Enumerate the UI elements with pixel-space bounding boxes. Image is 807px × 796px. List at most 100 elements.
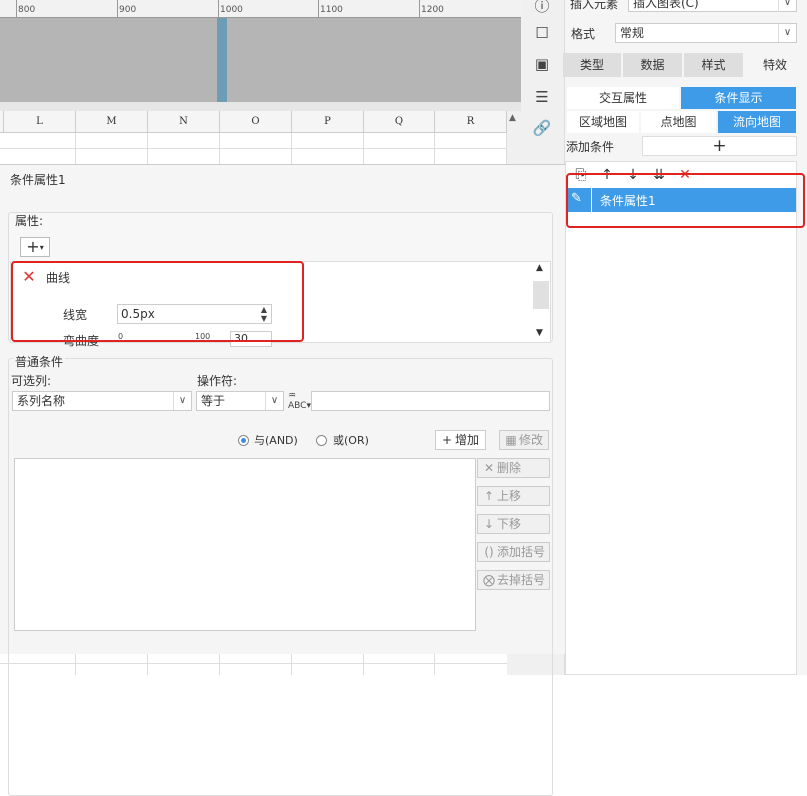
- delete-label: 删除: [497, 461, 522, 475]
- column-header[interactable]: Q: [364, 111, 435, 133]
- modify-icon: ▦: [505, 433, 517, 447]
- horizontal-ruler: 800 900 1000 1100 1200: [0, 0, 521, 18]
- add-condition-button[interactable]: +: [642, 136, 797, 156]
- ruler-tick: [419, 0, 420, 17]
- grid-line: [291, 133, 292, 165]
- column-header[interactable]: L: [4, 111, 76, 133]
- remove-bracket-label: 去掉括号: [497, 573, 546, 587]
- grid-line: [434, 133, 435, 165]
- insert-chart-value: 插入图表(C): [633, 0, 699, 10]
- condition-list-panel: [565, 161, 797, 675]
- tab-flow-map[interactable]: 流向地图: [718, 111, 796, 133]
- bracket-icon: (): [484, 545, 494, 559]
- column-select-value: 系列名称: [17, 394, 66, 408]
- operator-select[interactable]: 等于 ∨: [196, 391, 284, 411]
- tab-point-map[interactable]: 点地图: [641, 111, 716, 133]
- column-select[interactable]: 系列名称 ∨: [12, 391, 192, 411]
- ruler-label: 900: [119, 5, 137, 15]
- grid-line: [75, 133, 76, 165]
- conditions-list[interactable]: [14, 458, 476, 631]
- tab-effects[interactable]: 特效: [745, 53, 805, 77]
- modify-button[interactable]: ▦ 修改: [499, 430, 549, 450]
- format-select[interactable]: 常规 ∨: [615, 23, 797, 43]
- column-header[interactable]: P: [292, 111, 364, 133]
- move-down-button[interactable]: ↓ 下移: [477, 514, 550, 534]
- column-label: 可选列:: [11, 374, 52, 388]
- ruler-tick: [218, 0, 219, 17]
- tab-style[interactable]: 样式: [684, 53, 743, 77]
- move-down-label: 下移: [497, 517, 522, 531]
- scroll-down-icon[interactable]: ▼: [536, 328, 543, 338]
- condition-attribute-dialog: 条件属性1 属性: +▾ ✕ 曲线 线宽 0.5px ▲ ▼ 弯曲度 0 100…: [0, 164, 565, 796]
- chart-selection-marker[interactable]: [217, 18, 227, 102]
- chevron-down-icon: ▾: [39, 243, 44, 252]
- tab-conditional-display[interactable]: 条件显示: [681, 87, 796, 109]
- modify-label: 修改: [519, 433, 544, 447]
- or-label[interactable]: 或(OR): [333, 432, 369, 448]
- spreadsheet-grid: L M N O P Q R: [0, 111, 507, 165]
- ruler-tick: [318, 0, 319, 17]
- highlight-box: [566, 173, 805, 228]
- common-conditions-label: 普通条件: [13, 353, 66, 370]
- tab-data[interactable]: 数据: [623, 53, 682, 77]
- format-value: 常规: [620, 26, 645, 40]
- add-label: 增加: [455, 433, 480, 447]
- grid-line: [147, 133, 148, 165]
- or-radio[interactable]: [316, 435, 327, 446]
- grid-line: [0, 148, 507, 149]
- column-header[interactable]: O: [220, 111, 292, 133]
- operator-select-value: 等于: [201, 394, 226, 408]
- dialog-title: 条件属性1: [10, 173, 66, 187]
- widget-icon[interactable]: ▣: [532, 54, 552, 74]
- link-icon[interactable]: 🔗: [532, 118, 552, 138]
- tab-type[interactable]: 类型: [563, 53, 621, 77]
- add-bracket-label: 添加括号: [497, 545, 546, 559]
- ruler-label: 1000: [220, 5, 243, 15]
- scrollbar-thumb[interactable]: [533, 281, 549, 309]
- cell-element-icon[interactable]: ☐: [532, 23, 552, 43]
- scroll-up-icon[interactable]: ▲: [536, 263, 543, 273]
- add-condition-button[interactable]: + 增加: [435, 430, 486, 450]
- add-bracket-button[interactable]: () 添加括号: [477, 542, 550, 562]
- properties-label: 属性:: [15, 214, 44, 228]
- grid-line: [363, 133, 364, 165]
- chevron-down-icon: ∨: [173, 392, 191, 410]
- chevron-down-icon: ∨: [265, 392, 283, 410]
- delete-button[interactable]: ✕ 删除: [477, 458, 550, 478]
- ruler-tick: [117, 0, 118, 17]
- arrow-down-icon: ↓: [483, 517, 495, 531]
- and-label[interactable]: 与(AND): [254, 432, 298, 448]
- chart-info-icon[interactable]: ⓘ: [532, 0, 552, 16]
- ruler-label: 800: [18, 5, 36, 15]
- grid-line: [219, 133, 220, 165]
- ruler-tick: [16, 0, 17, 17]
- and-radio[interactable]: [238, 435, 249, 446]
- condition-value-input[interactable]: [311, 391, 550, 411]
- operator-label: 操作符:: [197, 374, 238, 388]
- tab-interaction-properties[interactable]: 交互属性: [567, 87, 679, 109]
- scroll-up-icon[interactable]: ▲: [509, 113, 516, 123]
- add-condition-label: 添加条件: [566, 140, 615, 154]
- canvas-scrollbar[interactable]: [0, 102, 521, 111]
- insert-element-label: 插入元素: [570, 0, 619, 11]
- delete-icon: ✕: [483, 461, 495, 475]
- remove-bracket-button[interactable]: ⨂ 去掉括号: [477, 570, 550, 590]
- plus-icon: +: [26, 237, 40, 256]
- chevron-down-icon: ∨: [778, 0, 796, 12]
- column-header[interactable]: M: [76, 111, 148, 133]
- insert-chart-select[interactable]: 插入图表(C) ∨: [628, 0, 797, 12]
- column-header[interactable]: N: [148, 111, 220, 133]
- chevron-down-icon: ∨: [778, 24, 796, 42]
- plus-icon: +: [441, 433, 453, 447]
- add-property-button[interactable]: +▾: [20, 237, 50, 257]
- highlight-box: [11, 261, 304, 342]
- layer-icon[interactable]: ☰: [532, 87, 552, 107]
- formula-icon[interactable]: ♒ ABC▾: [288, 391, 311, 411]
- format-label: 格式: [571, 27, 596, 41]
- column-header[interactable]: R: [435, 111, 507, 133]
- tab-area-map[interactable]: 区域地图: [567, 111, 639, 133]
- move-up-button[interactable]: ↑ 上移: [477, 486, 550, 506]
- arrow-up-icon: ↑: [483, 489, 495, 503]
- ruler-label: 1100: [320, 5, 343, 15]
- move-up-label: 上移: [497, 489, 522, 503]
